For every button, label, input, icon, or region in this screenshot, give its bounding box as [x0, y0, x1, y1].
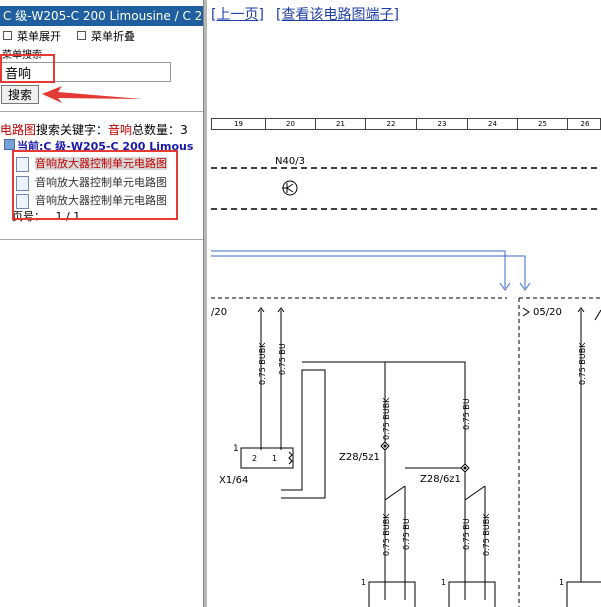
wire	[302, 361, 386, 446]
svg-text:1: 1	[559, 578, 564, 587]
svg-text:1: 1	[272, 454, 277, 463]
right-reference: 05/20	[533, 307, 562, 318]
wire	[281, 369, 326, 499]
diagram-panel: [上一页] [查看该电路图端子] 19 20 21 22 23 24 25 26…	[207, 0, 601, 607]
svg-text:1: 1	[441, 578, 446, 587]
signal-wire	[211, 250, 506, 288]
svg-text:2: 2	[252, 454, 257, 463]
connector-box	[368, 581, 416, 607]
wire-label: 0.75 BUBK	[482, 513, 491, 556]
annotation-arrow	[42, 86, 142, 103]
connector-x164-label: X1/64	[219, 475, 248, 486]
wire-label: 0.75 BUBK	[578, 342, 587, 385]
splice-z28-5-label: Z28/5z1	[339, 452, 380, 463]
signal-wire	[211, 255, 526, 288]
menu-panel: C 级-W205-C 200 Limousine / C 26 菜单展开 菜单折…	[0, 0, 203, 607]
wire-label: 0.75 BUBK	[258, 342, 267, 385]
wire-label: 0.75 BU	[278, 343, 287, 375]
wire-label: 0.75 BU	[402, 518, 411, 550]
connector-box	[448, 581, 496, 607]
reference-arrow	[522, 307, 530, 317]
connector-box	[566, 581, 601, 607]
wiring-diagram: N40/3 /20 05/20 0.75 BUBK 0.75 BU 1 2 1 …	[211, 156, 601, 607]
wire-label: 0.75 BUBK	[382, 513, 391, 556]
connector-x164	[240, 447, 294, 469]
component-n40-label: N40/3	[275, 156, 305, 167]
svg-text:1: 1	[233, 444, 239, 454]
wire-label: 0.75 BUBK	[382, 397, 391, 440]
wire-label: 0.75 BU	[462, 518, 471, 550]
wire-label: 0.75 BU	[462, 398, 471, 430]
left-reference: /20	[211, 307, 227, 318]
splice-z28-6-label: Z28/6z1	[420, 474, 461, 485]
svg-text:1: 1	[361, 578, 366, 587]
